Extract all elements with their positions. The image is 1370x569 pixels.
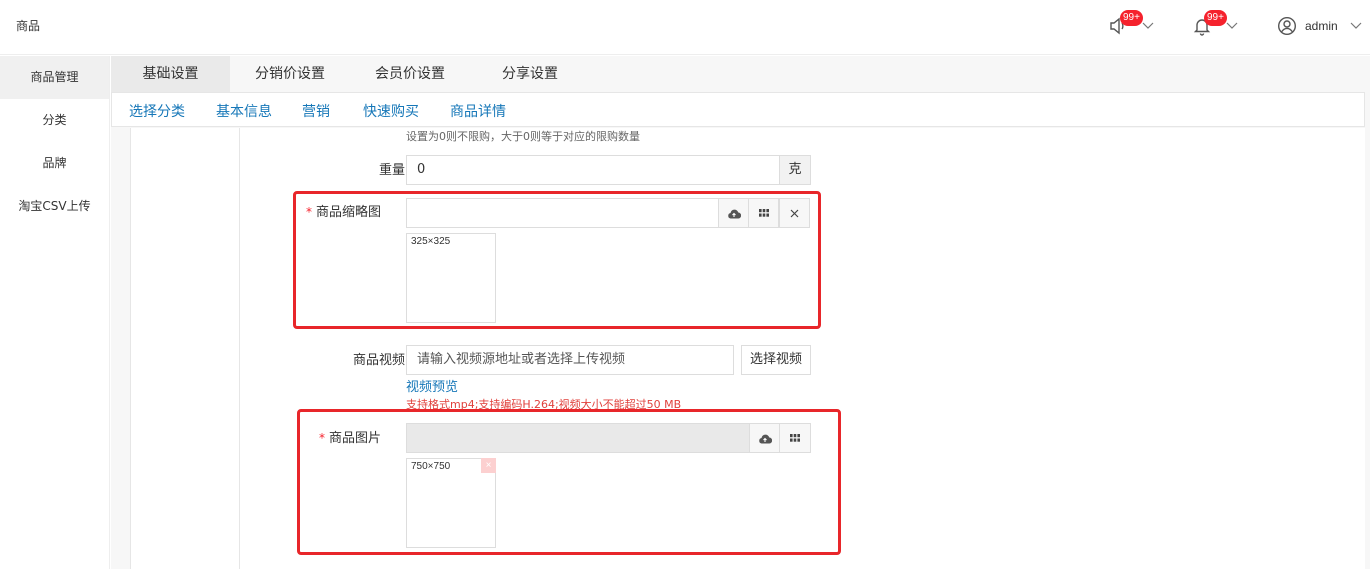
sidebar-item-product-management[interactable]: 商品管理 — [0, 56, 109, 99]
divider — [239, 128, 240, 569]
tab-basic-settings[interactable]: 基础设置 — [111, 56, 230, 92]
subtab-marketing[interactable]: 营销 — [302, 101, 330, 121]
subtab-product-detail[interactable]: 商品详情 — [450, 101, 506, 121]
speaker-icon: 99+ — [1108, 10, 1143, 36]
user-name: admin — [1305, 19, 1338, 33]
video-label: 商品视频 — [352, 353, 405, 368]
purchase-limit-hint: 设置为0则不限购，大于0则等于对应的限购数量 — [406, 130, 640, 143]
app-title: 商品 — [16, 19, 41, 33]
subtab-basic-info[interactable]: 基本信息 — [216, 101, 272, 121]
notice-badge: 99+ — [1120, 10, 1143, 26]
user-menu[interactable]: admin — [1277, 12, 1362, 40]
tab-bar: 基础设置 分销价设置 会员价设置 分享设置 — [111, 56, 590, 92]
video-preview-link[interactable]: 视频预览 — [406, 376, 458, 395]
highlight-box-images — [297, 409, 841, 555]
chevron-down-icon — [1226, 22, 1238, 30]
tab-share-settings[interactable]: 分享设置 — [470, 56, 590, 92]
alert-menu[interactable]: 99+ — [1192, 10, 1238, 40]
highlight-box-thumbnail — [293, 191, 821, 329]
bell-icon: 99+ — [1192, 10, 1227, 36]
chevron-down-icon — [1142, 22, 1154, 30]
weight-unit: 克 — [779, 155, 811, 185]
chevron-down-icon — [1350, 22, 1362, 30]
subtab-quick-buy[interactable]: 快速购买 — [363, 101, 419, 121]
weight-label: 重量 — [378, 163, 405, 178]
subtab-select-category[interactable]: 选择分类 — [129, 101, 185, 121]
sidebar-item-category[interactable]: 分类 — [0, 99, 109, 142]
select-video-button[interactable]: 选择视频 — [741, 345, 811, 375]
sub-tab-bar: 选择分类 基本信息 营销 快速购买 商品详情 — [111, 92, 1365, 127]
sidebar: 商品管理 分类 品牌 淘宝CSV上传 — [0, 56, 110, 569]
tab-distribution-price[interactable]: 分销价设置 — [230, 56, 350, 92]
notice-menu[interactable]: 99+ — [1108, 10, 1154, 40]
weight-input[interactable]: 0 — [406, 155, 780, 185]
main-area: 基础设置 分销价设置 会员价设置 分享设置 选择分类 基本信息 营销 快速购买 … — [111, 56, 1370, 569]
alert-badge: 99+ — [1204, 10, 1227, 26]
sidebar-item-taobao-csv[interactable]: 淘宝CSV上传 — [0, 185, 109, 228]
tab-member-price[interactable]: 会员价设置 — [350, 56, 470, 92]
form-panel: 设置为0则不限购，大于0则等于对应的限购数量 重量 0 克 * 商品缩略图 325… — [130, 128, 1365, 569]
top-bar: 商品 99+ 99+ admin — [0, 0, 1370, 55]
user-avatar-icon — [1277, 16, 1297, 36]
sidebar-item-brand[interactable]: 品牌 — [0, 142, 109, 185]
video-url-input[interactable]: 请输入视频源地址或者选择上传视频 — [406, 345, 734, 375]
